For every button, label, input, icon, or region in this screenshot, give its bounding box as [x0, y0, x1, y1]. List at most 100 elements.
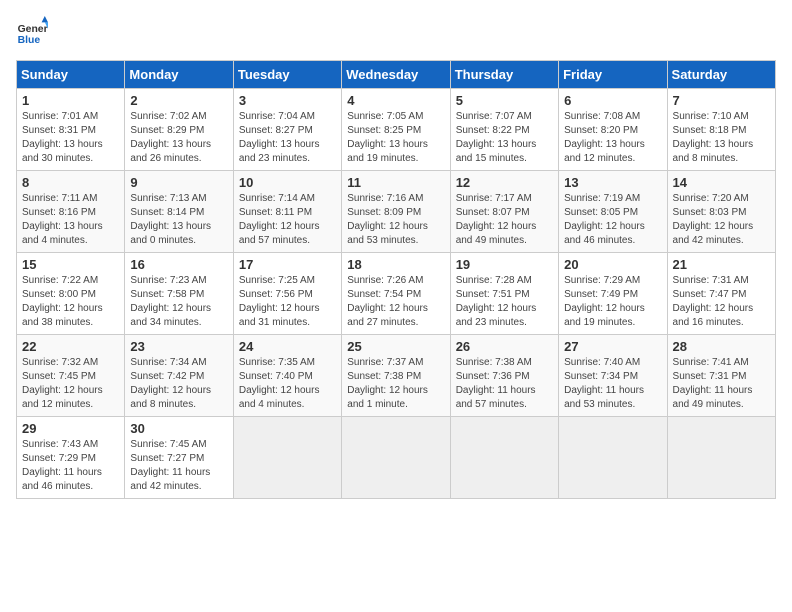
day-number: 10: [239, 175, 336, 190]
calendar-day-11: 11Sunrise: 7:16 AM Sunset: 8:09 PM Dayli…: [342, 171, 450, 253]
calendar-day-5: 5 Sunrise: 7:07 AM Sunset: 8:22 PM Daylig…: [450, 89, 558, 171]
day-number: 27: [564, 339, 661, 354]
svg-text:General: General: [18, 24, 48, 35]
day-number: 29: [22, 421, 119, 436]
day-number: 15: [22, 257, 119, 272]
col-header-sunday: Sunday: [17, 61, 125, 89]
calendar-day-empty: [450, 417, 558, 499]
calendar-day-10: 10 Sunrise: 7:14 AM Sunset: 8:11 PM Dayli…: [233, 171, 341, 253]
day-info: Sunrise: 7:37 AM Sunset: 7:38 PM Dayligh…: [347, 356, 444, 412]
calendar-day-15: 15 Sunrise: 7:22 AM Sunset: 8:00 PM Dayli…: [17, 253, 125, 335]
calendar-day-7: 7 Sunrise: 7:10 AM Sunset: 8:18 PM Daylig…: [667, 89, 775, 171]
calendar-day-21: 21Sunrise: 7:31 AM Sunset: 7:47 PM Dayli…: [667, 253, 775, 335]
day-info: Sunrise: 7:11 AM Sunset: 8:16 PM Dayligh…: [22, 192, 119, 248]
calendar-day-28: 28 Sunrise: 7:41 AM Sunset: 7:31 PM Dayli…: [667, 335, 775, 417]
logo-icon: General Blue: [16, 16, 48, 48]
day-info: Sunrise: 7:13 AM Sunset: 8:14 PM Dayligh…: [130, 192, 227, 248]
day-info: Sunrise: 7:19 AM Sunset: 8:05 PM Dayligh…: [564, 192, 661, 248]
day-number: 21: [673, 257, 770, 272]
calendar-day-empty: [233, 417, 341, 499]
day-info: Sunrise: 7:17 AM Sunset: 8:07 PM Dayligh…: [456, 192, 553, 248]
day-info: Sunrise: 7:10 AM Sunset: 8:18 PM Dayligh…: [673, 110, 770, 166]
day-number: 30: [130, 421, 227, 436]
col-header-tuesday: Tuesday: [233, 61, 341, 89]
calendar-day-14: 14 Sunrise: 7:20 AM Sunset: 8:03 PM Dayli…: [667, 171, 775, 253]
day-number: 28: [673, 339, 770, 354]
day-info: Sunrise: 7:14 AM Sunset: 8:11 PM Dayligh…: [239, 192, 336, 248]
day-number: 17: [239, 257, 336, 272]
day-info: Sunrise: 7:41 AM Sunset: 7:31 PM Dayligh…: [673, 356, 770, 412]
calendar-day-27: 27 Sunrise: 7:40 AM Sunset: 7:34 PM Dayli…: [559, 335, 667, 417]
calendar-day-22: 22 Sunrise: 7:32 AM Sunset: 7:45 PM Dayli…: [17, 335, 125, 417]
day-number: 20: [564, 257, 661, 272]
day-number: 11: [347, 175, 444, 190]
calendar-table: SundayMondayTuesdayWednesdayThursdayFrid…: [16, 60, 776, 499]
col-header-thursday: Thursday: [450, 61, 558, 89]
day-number: 4: [347, 93, 444, 108]
calendar-week-2: 8 Sunrise: 7:11 AM Sunset: 8:16 PM Daylig…: [17, 171, 776, 253]
day-number: 22: [22, 339, 119, 354]
calendar-day-12: 12 Sunrise: 7:17 AM Sunset: 8:07 PM Dayli…: [450, 171, 558, 253]
day-info: Sunrise: 7:28 AM Sunset: 7:51 PM Dayligh…: [456, 274, 553, 330]
day-info: Sunrise: 7:35 AM Sunset: 7:40 PM Dayligh…: [239, 356, 336, 412]
calendar-day-24: 24 Sunrise: 7:35 AM Sunset: 7:40 PM Dayli…: [233, 335, 341, 417]
day-info: Sunrise: 7:08 AM Sunset: 8:20 PM Dayligh…: [564, 110, 661, 166]
day-number: 12: [456, 175, 553, 190]
calendar-day-13: 13Sunrise: 7:19 AM Sunset: 8:05 PM Dayli…: [559, 171, 667, 253]
day-number: 2: [130, 93, 227, 108]
day-info: Sunrise: 7:25 AM Sunset: 7:56 PM Dayligh…: [239, 274, 336, 330]
day-info: Sunrise: 7:38 AM Sunset: 7:36 PM Dayligh…: [456, 356, 553, 412]
calendar-day-empty: [667, 417, 775, 499]
calendar-day-23: 23 Sunrise: 7:34 AM Sunset: 7:42 PM Dayli…: [125, 335, 233, 417]
day-info: Sunrise: 7:45 AM Sunset: 7:27 PM Dayligh…: [130, 438, 227, 494]
calendar-day-18: 18 Sunrise: 7:26 AM Sunset: 7:54 PM Dayli…: [342, 253, 450, 335]
day-number: 25: [347, 339, 444, 354]
calendar-day-1: 1 Sunrise: 7:01 AM Sunset: 8:31 PM Daylig…: [17, 89, 125, 171]
day-info: Sunrise: 7:05 AM Sunset: 8:25 PM Dayligh…: [347, 110, 444, 166]
day-info: Sunrise: 7:40 AM Sunset: 7:34 PM Dayligh…: [564, 356, 661, 412]
day-number: 1: [22, 93, 119, 108]
day-number: 18: [347, 257, 444, 272]
day-number: 24: [239, 339, 336, 354]
calendar-week-4: 22 Sunrise: 7:32 AM Sunset: 7:45 PM Dayli…: [17, 335, 776, 417]
day-info: Sunrise: 7:23 AM Sunset: 7:58 PM Dayligh…: [130, 274, 227, 330]
calendar-day-4: 4 Sunrise: 7:05 AM Sunset: 8:25 PM Daylig…: [342, 89, 450, 171]
day-number: 6: [564, 93, 661, 108]
logo: General Blue: [16, 16, 48, 48]
day-number: 19: [456, 257, 553, 272]
day-number: 3: [239, 93, 336, 108]
day-number: 23: [130, 339, 227, 354]
day-info: Sunrise: 7:43 AM Sunset: 7:29 PM Dayligh…: [22, 438, 119, 494]
day-info: Sunrise: 7:22 AM Sunset: 8:00 PM Dayligh…: [22, 274, 119, 330]
day-info: Sunrise: 7:26 AM Sunset: 7:54 PM Dayligh…: [347, 274, 444, 330]
day-info: Sunrise: 7:04 AM Sunset: 8:27 PM Dayligh…: [239, 110, 336, 166]
col-header-monday: Monday: [125, 61, 233, 89]
day-number: 5: [456, 93, 553, 108]
day-info: Sunrise: 7:01 AM Sunset: 8:31 PM Dayligh…: [22, 110, 119, 166]
col-header-saturday: Saturday: [667, 61, 775, 89]
calendar-day-3: 3 Sunrise: 7:04 AM Sunset: 8:27 PM Daylig…: [233, 89, 341, 171]
page-header: General Blue: [16, 16, 776, 48]
day-info: Sunrise: 7:02 AM Sunset: 8:29 PM Dayligh…: [130, 110, 227, 166]
calendar-day-2: 2 Sunrise: 7:02 AM Sunset: 8:29 PM Daylig…: [125, 89, 233, 171]
header-row: SundayMondayTuesdayWednesdayThursdayFrid…: [17, 61, 776, 89]
day-info: Sunrise: 7:29 AM Sunset: 7:49 PM Dayligh…: [564, 274, 661, 330]
day-info: Sunrise: 7:07 AM Sunset: 8:22 PM Dayligh…: [456, 110, 553, 166]
day-number: 26: [456, 339, 553, 354]
day-info: Sunrise: 7:20 AM Sunset: 8:03 PM Dayligh…: [673, 192, 770, 248]
svg-text:Blue: Blue: [18, 35, 41, 46]
day-number: 8: [22, 175, 119, 190]
day-number: 7: [673, 93, 770, 108]
calendar-day-16: 16Sunrise: 7:23 AM Sunset: 7:58 PM Dayli…: [125, 253, 233, 335]
calendar-week-3: 15 Sunrise: 7:22 AM Sunset: 8:00 PM Dayli…: [17, 253, 776, 335]
day-number: 9: [130, 175, 227, 190]
day-info: Sunrise: 7:32 AM Sunset: 7:45 PM Dayligh…: [22, 356, 119, 412]
calendar-week-1: 1 Sunrise: 7:01 AM Sunset: 8:31 PM Daylig…: [17, 89, 776, 171]
calendar-day-17: 17 Sunrise: 7:25 AM Sunset: 7:56 PM Dayli…: [233, 253, 341, 335]
col-header-wednesday: Wednesday: [342, 61, 450, 89]
calendar-day-9: 9 Sunrise: 7:13 AM Sunset: 8:14 PM Daylig…: [125, 171, 233, 253]
day-number: 14: [673, 175, 770, 190]
calendar-day-19: 19 Sunrise: 7:28 AM Sunset: 7:51 PM Dayli…: [450, 253, 558, 335]
calendar-day-25: 25 Sunrise: 7:37 AM Sunset: 7:38 PM Dayli…: [342, 335, 450, 417]
day-info: Sunrise: 7:34 AM Sunset: 7:42 PM Dayligh…: [130, 356, 227, 412]
